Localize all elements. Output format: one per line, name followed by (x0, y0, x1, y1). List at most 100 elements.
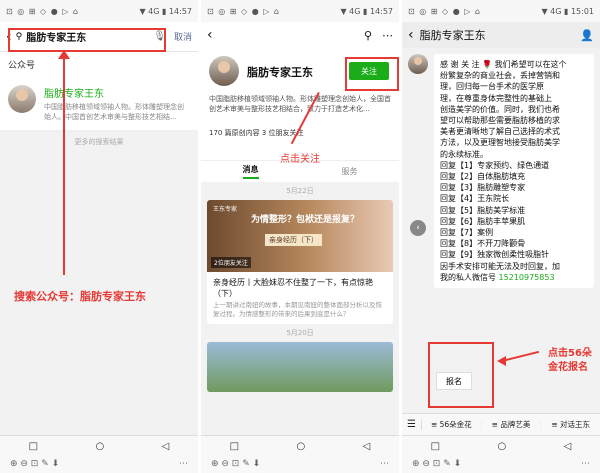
chat-area: 感 谢 关 注 🌹 我们希望可以在这个 纷繁复杂的商业社会，丢掉营销和 理，回归… (402, 48, 600, 378)
annotation-arrowhead (58, 50, 70, 59)
profile-name: 脂肪专家王东 (247, 66, 313, 79)
annotation-caption: 金花报名 (548, 362, 588, 373)
tab-services[interactable]: 服务 (342, 166, 358, 177)
tab-messages[interactable]: 消息 (242, 164, 259, 179)
annotation-caption: 搜索公众号：脂肪专家王东 (14, 290, 146, 303)
bottom-bar: □ ○ ◁ ⊕ ⊖ ⊡ ✎ ⬇ ⋯ (201, 435, 399, 473)
time: 14:57 (168, 6, 192, 16)
viewer-tools[interactable]: ⊕ ⊖ ⊡ ✎ ⬇ (10, 459, 59, 469)
avatar (209, 56, 239, 86)
chat-title: 脂肪专家王东 (419, 29, 486, 42)
message-line: 回复【4】王东院长 (440, 194, 510, 204)
message-line: 美者更清晰地了解自己选择的术式 (440, 127, 560, 137)
status-bar: ⊡ ◎ ⊞ ◇ ● ▷ ⌂ ▼ 4G ▮ 15:01 (402, 0, 600, 22)
message-line: 回复【7】案例 (440, 228, 494, 238)
more-icon[interactable]: ⋯ (382, 29, 393, 42)
bottom-bar: □ ○ ◁ ⊕ ⊖ ⊡ ✎ ⬇ ⋯ (0, 435, 198, 473)
back-nav-icon[interactable]: ◁ (162, 441, 170, 452)
recent-apps-icon[interactable]: □ (230, 441, 239, 452)
back-icon[interactable]: ‹ (408, 27, 414, 43)
status-bar: ⊡ ◎ ⊞ ◇ ● ▷ ⌂ ▼ 4G ▮ 14:57 (0, 0, 198, 22)
article-title: 亲身经历丨大脸妹忍不住整了一下，有点惊艳（下） (213, 278, 373, 298)
highlight-follow-button (345, 57, 399, 91)
more-icon[interactable]: ⋯ (581, 459, 590, 469)
cover-banner-text: 亲身经历（下） (265, 234, 322, 246)
bottom-bar: □ ○ ◁ ⊕ ⊖ ⊡ ✎ ⬇ ⋯ (402, 435, 600, 473)
cover-overlay-text: 为情整形？包袱还是报复？ (251, 215, 360, 225)
home-icon[interactable]: ○ (497, 441, 506, 452)
signal-icon: ▼ 4G ▮ (139, 6, 167, 16)
more-icon[interactable]: ⋯ (179, 459, 188, 469)
nav-bar: ‹ ⚲ ⋯ (201, 22, 399, 48)
message-line: 理，在尊重身体完整性的基础上 (440, 93, 552, 103)
nav-bar: ‹ 脂肪专家王东 👤 (402, 22, 600, 48)
cover-brand: 王东专家 (213, 206, 238, 213)
time: 15:01 (570, 6, 594, 16)
back-nav-icon[interactable]: ◁ (564, 441, 572, 452)
panel-search: ⊡ ◎ ⊞ ◇ ● ▷ ⌂ ▼ 4G ▮ 14:57 ‹ ⚲ 脂肪专家王东 🎙 … (0, 0, 198, 473)
message-line: 纷繁复杂的商业社会，丢掉营销和 (440, 71, 560, 81)
annotation-arrow (63, 55, 65, 275)
status-bar: ⊡ ◎ ⊞ ◇ ● ▷ ⌂ ▼ 4G ▮ 14:57 (201, 0, 399, 22)
section-label: 公众号 (0, 52, 198, 77)
phone-number[interactable]: 15210975853 (499, 273, 555, 282)
back-icon[interactable]: ‹ (207, 27, 213, 43)
article-card[interactable]: 王东专家 为情整形？包袱还是报复？ 亲身经历（下） 2位朋友关注 亲身经历丨大脸… (207, 200, 393, 324)
keyboard-toggle-icon[interactable]: ☰ (402, 419, 422, 430)
signal-icon: ▼ 4G ▮ (340, 6, 368, 16)
viewer-tools[interactable]: ⊕ ⊖ ⊡ ✎ ⬇ (412, 459, 461, 469)
result-description: 中国脂肪移植领域领袖人物。形体雕塑理念创始人。中国首创艺术审美与整形技艺相结..… (44, 103, 184, 121)
signal-icon: ▼ 4G ▮ (541, 6, 569, 16)
recent-apps-icon[interactable]: □ (29, 441, 38, 452)
menu-56-golden-flowers[interactable]: ≡ 56朵金花 (422, 419, 482, 430)
annotation-caption: 点击56朵 (548, 348, 592, 359)
message-line: 理，回归每一台手术的医学原 (440, 82, 544, 92)
message-line: 望可以帮助那些需要脂肪移植的求 (440, 116, 560, 126)
message-line: 回复【2】自体脂肪填充 (440, 172, 526, 182)
article-cover: 王东专家 为情整形？包袱还是报复？ 亲身经历（下） 2位朋友关注 (207, 200, 393, 272)
message-line: 回复【1】专家预约、绿色通道 (440, 160, 550, 170)
previous-image-icon[interactable]: ‹ (410, 220, 426, 236)
message-line: 的永续标准。 (440, 149, 488, 159)
annotation-arrowhead (497, 356, 506, 366)
highlight-search-box (8, 28, 166, 52)
article-excerpt: 上一期讲过南妞的故事，本期见南妞的整体面部分析以及恢复过程。为情感整形的带来的后… (213, 301, 382, 318)
cover-tag: 2位朋友关注 (211, 257, 251, 268)
message-line: 回复【3】脂肪雕塑专家 (440, 183, 526, 193)
search-result-account[interactable]: 脂肪专家王东 中国脂肪移植领域领袖人物。形体雕塑理念创始人。中国首创艺术审美与整… (0, 77, 198, 131)
recent-apps-icon[interactable]: □ (431, 441, 440, 452)
status-icons: ⊡ ◎ ⊞ ◇ ● ▷ ⌂ (207, 6, 281, 16)
viewer-tools[interactable]: ⊕ ⊖ ⊡ ✎ ⬇ (211, 459, 260, 469)
profile-stats: 170 篇原创内容 3 位朋友关注 (209, 129, 304, 137)
annotation-caption: 点击关注 (280, 154, 320, 165)
avatar (408, 54, 428, 74)
profile-description: 中国脂肪移植领域领袖人物。形体雕塑理念创始人，全国首创艺术审美与整形技艺相结合，… (209, 95, 391, 113)
message-line: 回复【9】独家微创柔性吸脂针 (440, 250, 550, 260)
search-icon[interactable]: ⚲ (364, 29, 372, 42)
menu-brand-beauty[interactable]: ≡ 品牌艺美 (482, 419, 542, 430)
avatar (8, 85, 36, 113)
message-line: 创造美学的价值。同时，我们也希 (440, 104, 560, 114)
menu-talk-to-wang-dong[interactable]: ≡ 对话王东 (541, 419, 600, 430)
date-label: 5月20日 (286, 329, 314, 337)
more-icon[interactable]: ⋯ (380, 459, 389, 469)
message-line: 回复【6】脂肪丰苹果肌 (440, 216, 526, 226)
message-line: 回复【8】不开刀降颧骨 (440, 239, 526, 249)
message-line: 我的私人微信号 (440, 272, 499, 282)
message-line: 回复【5】脂肪美学标准 (440, 205, 526, 215)
more-results-link[interactable]: 更多的搜索结果 (0, 131, 198, 153)
cancel-button[interactable]: 取消 (174, 30, 192, 43)
message-bubble: 感 谢 关 注 🌹 我们希望可以在这个 纷繁复杂的商业社会，丢掉营销和 理，回归… (434, 54, 594, 289)
back-nav-icon[interactable]: ◁ (363, 441, 371, 452)
home-icon[interactable]: ○ (296, 441, 305, 452)
profile-icon[interactable]: 👤 (580, 29, 594, 42)
article-card-photo[interactable] (207, 342, 393, 392)
date-label: 5月22日 (286, 187, 314, 195)
highlight-signup-menu (428, 342, 494, 408)
home-icon[interactable]: ○ (95, 441, 104, 452)
status-icons: ⊡ ◎ ⊞ ◇ ● ▷ ⌂ (6, 6, 80, 16)
account-menu-bar: ☰ ≡ 56朵金花 ≡ 品牌艺美 ≡ 对话王东 (402, 413, 600, 435)
message-line: 感 谢 关 注 🌹 我们希望可以在这个 (440, 60, 567, 69)
message-line: 方法，以及更理智地接受脂肪美学 (440, 138, 560, 148)
message-line: 因手术安排可能无法及时回复，加 (440, 261, 560, 271)
